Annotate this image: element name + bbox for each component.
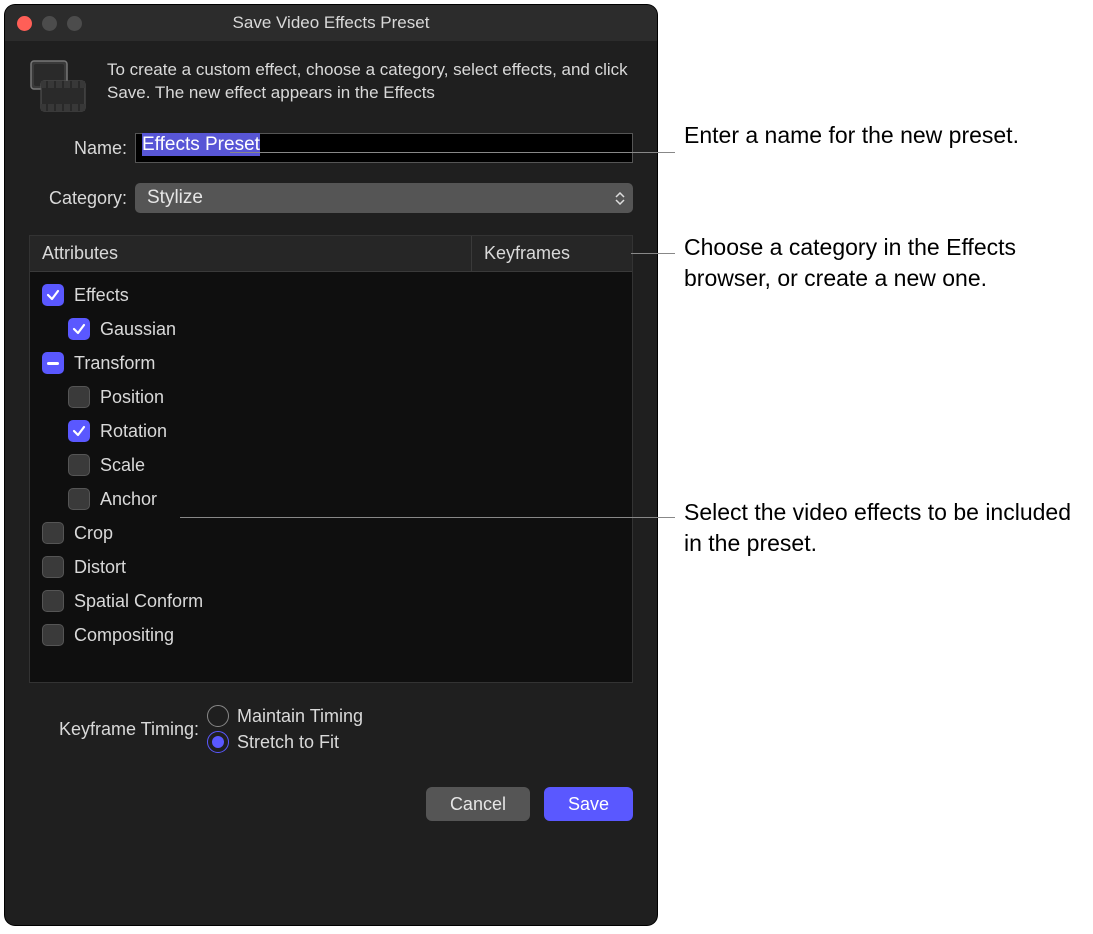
checkbox[interactable] (68, 318, 90, 340)
attribute-label: Position (100, 387, 164, 408)
checkbox[interactable] (42, 624, 64, 646)
attribute-label: Anchor (100, 489, 157, 510)
cancel-button[interactable]: Cancel (426, 787, 530, 821)
category-label: Category: (29, 188, 127, 209)
attribute-row[interactable]: Rotation (30, 414, 632, 448)
attribute-row[interactable]: Gaussian (30, 312, 632, 346)
attribute-label: Transform (74, 353, 155, 374)
attribute-label: Rotation (100, 421, 167, 442)
checkbox[interactable] (68, 420, 90, 442)
keyframe-option[interactable]: Maintain Timing (207, 705, 363, 727)
checkbox[interactable] (42, 352, 64, 374)
checkbox[interactable] (68, 454, 90, 476)
attribute-label: Scale (100, 455, 145, 476)
keyframe-option[interactable]: Stretch to Fit (207, 731, 363, 753)
callout-line (230, 152, 675, 153)
checkbox[interactable] (68, 488, 90, 510)
attribute-row[interactable]: Distort (30, 550, 632, 584)
attribute-row[interactable]: Transform (30, 346, 632, 380)
attribute-label: Compositing (74, 625, 174, 646)
keyframe-timing-label: Keyframe Timing: (29, 719, 199, 740)
attribute-label: Distort (74, 557, 126, 578)
attribute-label: Effects (74, 285, 129, 306)
attribute-row[interactable]: Position (30, 380, 632, 414)
window-title: Save Video Effects Preset (5, 13, 657, 33)
attribute-row[interactable]: Effects (30, 278, 632, 312)
attribute-row[interactable]: Scale (30, 448, 632, 482)
radio-button[interactable] (207, 705, 229, 727)
attribute-label: Spatial Conform (74, 591, 203, 612)
name-label: Name: (29, 138, 127, 159)
checkbox[interactable] (42, 522, 64, 544)
chevron-up-down-icon (615, 192, 625, 205)
callout-line (180, 517, 675, 518)
attribute-label: Crop (74, 523, 113, 544)
attribute-row[interactable]: Spatial Conform (30, 584, 632, 618)
attribute-row[interactable]: Compositing (30, 618, 632, 652)
callout-name: Enter a name for the new preset. (684, 120, 1044, 151)
name-input[interactable]: Effects Preset (135, 133, 633, 163)
checkbox[interactable] (42, 284, 64, 306)
radio-label: Maintain Timing (237, 706, 363, 727)
attributes-table: Attributes Keyframes Effects Gaussian Tran… (29, 235, 633, 683)
category-value: Stylize (147, 187, 203, 209)
save-preset-dialog: Save Video Effects Preset To c (5, 5, 657, 925)
column-keyframes[interactable]: Keyframes (472, 236, 632, 271)
checkbox[interactable] (42, 556, 64, 578)
column-attributes[interactable]: Attributes (30, 236, 472, 271)
radio-button[interactable] (207, 731, 229, 753)
callout-line (631, 253, 675, 254)
header-text: To create a custom effect, choose a cate… (107, 59, 633, 115)
callout-category: Choose a category in the Effects browser… (684, 232, 1084, 294)
attribute-label: Gaussian (100, 319, 176, 340)
checkbox[interactable] (68, 386, 90, 408)
callout-effects: Select the video effects to be included … (684, 497, 1084, 559)
attribute-row[interactable]: Crop (30, 516, 632, 550)
radio-label: Stretch to Fit (237, 732, 339, 753)
category-select[interactable]: Stylize (135, 183, 633, 213)
attribute-row[interactable]: Anchor (30, 482, 632, 516)
save-button[interactable]: Save (544, 787, 633, 821)
checkbox[interactable] (42, 590, 64, 612)
preset-icon (29, 59, 93, 115)
titlebar: Save Video Effects Preset (5, 5, 657, 41)
